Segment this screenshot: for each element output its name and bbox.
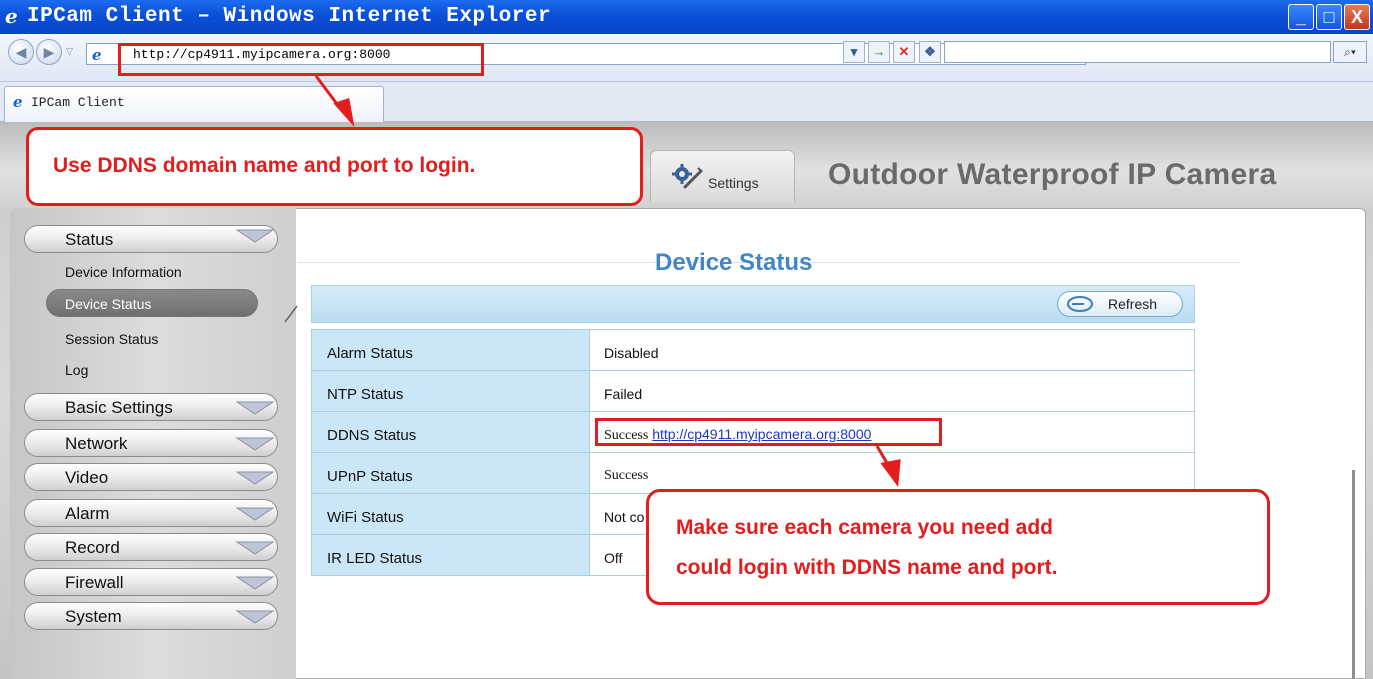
- chevron-down-icon: [235, 401, 275, 415]
- row-label: IR LED Status: [311, 534, 590, 576]
- window-title: IPCam Client – Windows Internet Explorer: [27, 5, 552, 28]
- url-dropdown-icon[interactable]: ▾: [843, 41, 865, 63]
- sidebar-section-firewall[interactable]: Firewall: [24, 568, 278, 596]
- row-label: DDNS Status: [311, 411, 590, 453]
- sidebar-section-video[interactable]: Video: [24, 463, 278, 491]
- sidebar-section-basic-settings[interactable]: Basic Settings: [24, 393, 278, 421]
- tab-bar: e IPCam Client: [0, 82, 1373, 122]
- chevron-down-icon: [235, 229, 275, 243]
- chevron-down-icon: [235, 541, 275, 555]
- ddns-highlight-box: [595, 418, 942, 446]
- sidebar-section-status[interactable]: Status: [24, 225, 278, 253]
- settings-label: Settings: [708, 175, 759, 191]
- chevron-down-icon: [235, 507, 275, 521]
- sidebar-section-label: Status: [65, 230, 114, 249]
- refresh-label: Refresh: [1108, 296, 1158, 312]
- sidebar-item-label: Device Status: [65, 296, 152, 312]
- search-icon[interactable]: ⌕▾: [1333, 41, 1367, 63]
- forward-button[interactable]: ▶: [36, 39, 62, 65]
- camera-tip-callout: Make sure each camera you need add could…: [646, 489, 1270, 605]
- chevron-down-icon: [235, 610, 275, 624]
- sidebar-section-label: Network: [65, 434, 128, 453]
- login-tip-callout: Use DDNS domain name and port to login.: [26, 127, 643, 206]
- table-row: NTP Status Failed: [311, 370, 1195, 412]
- sidebar-section-record[interactable]: Record: [24, 533, 278, 561]
- sidebar-section-label: Firewall: [65, 573, 124, 592]
- sidebar-section-label: Record: [65, 538, 120, 557]
- tab-settings[interactable]: Settings: [650, 150, 795, 202]
- chevron-down-icon: [235, 576, 275, 590]
- back-button[interactable]: ◀: [8, 39, 34, 65]
- refresh-icon: [1067, 296, 1093, 312]
- chevron-down-icon: [235, 471, 275, 485]
- sidebar-item-log[interactable]: Log: [65, 362, 88, 378]
- sidebar-section-label: System: [65, 607, 122, 626]
- settings-gear-icon: [672, 164, 703, 189]
- row-label: Alarm Status: [311, 329, 590, 371]
- history-dropdown-icon[interactable]: ▽: [66, 46, 76, 56]
- row-value: Disabled: [589, 329, 1195, 371]
- sidebar-item-device-status[interactable]: Device Status: [46, 289, 258, 317]
- tab-label: IPCam Client: [31, 95, 125, 110]
- camera-tip-line-2: could login with DDNS name and port.: [676, 556, 1058, 579]
- sidebar-section-label: Alarm: [65, 504, 110, 523]
- tab-ipcam-client[interactable]: e IPCam Client: [4, 86, 384, 122]
- row-label: WiFi Status: [311, 493, 590, 535]
- tab-favicon-icon: e: [13, 93, 23, 111]
- page-title: Device Status: [655, 249, 813, 276]
- sidebar-item-device-information[interactable]: Device Information: [65, 264, 182, 280]
- ie-logo-icon: e: [5, 4, 18, 28]
- sidebar-section-label: Video: [65, 468, 109, 487]
- row-label: UPnP Status: [311, 452, 590, 494]
- table-row: UPnP Status Success: [311, 452, 1195, 494]
- sidebar-section-system[interactable]: System: [24, 602, 278, 630]
- search-input[interactable]: [944, 41, 1331, 63]
- refresh-button[interactable]: Refresh: [1057, 291, 1183, 317]
- close-button[interactable]: X: [1344, 4, 1370, 30]
- maximize-button[interactable]: □: [1316, 4, 1342, 30]
- window-titlebar: e IPCam Client – Windows Internet Explor…: [0, 0, 1373, 34]
- chevron-down-icon: [235, 437, 275, 451]
- sidebar-item-session-status[interactable]: Session Status: [65, 331, 158, 347]
- table-row: Alarm Status Disabled: [311, 329, 1195, 371]
- url-highlight-box: [118, 43, 484, 76]
- page-favicon-icon: e: [92, 46, 102, 64]
- camera-tip-line-1: Make sure each camera you need add: [676, 516, 1054, 539]
- go-icon[interactable]: →: [868, 41, 890, 63]
- sidebar-section-network[interactable]: Network: [24, 429, 278, 457]
- stop-icon[interactable]: ✕: [893, 41, 915, 63]
- row-label: NTP Status: [311, 370, 590, 412]
- minimize-button[interactable]: _: [1288, 4, 1314, 30]
- sidebar-section-alarm[interactable]: Alarm: [24, 499, 278, 527]
- active-indicator-icon: [284, 305, 298, 323]
- row-value: Failed: [589, 370, 1195, 412]
- login-tip-text: Use DDNS domain name and port to login.: [53, 154, 476, 177]
- page-scrollbar[interactable]: [1352, 470, 1355, 679]
- brand-title: Outdoor Waterproof IP Camera: [828, 158, 1277, 191]
- sidebar-section-label: Basic Settings: [65, 398, 173, 417]
- row-value: Success: [589, 452, 1195, 494]
- search-provider-icon[interactable]: ❖: [919, 41, 941, 63]
